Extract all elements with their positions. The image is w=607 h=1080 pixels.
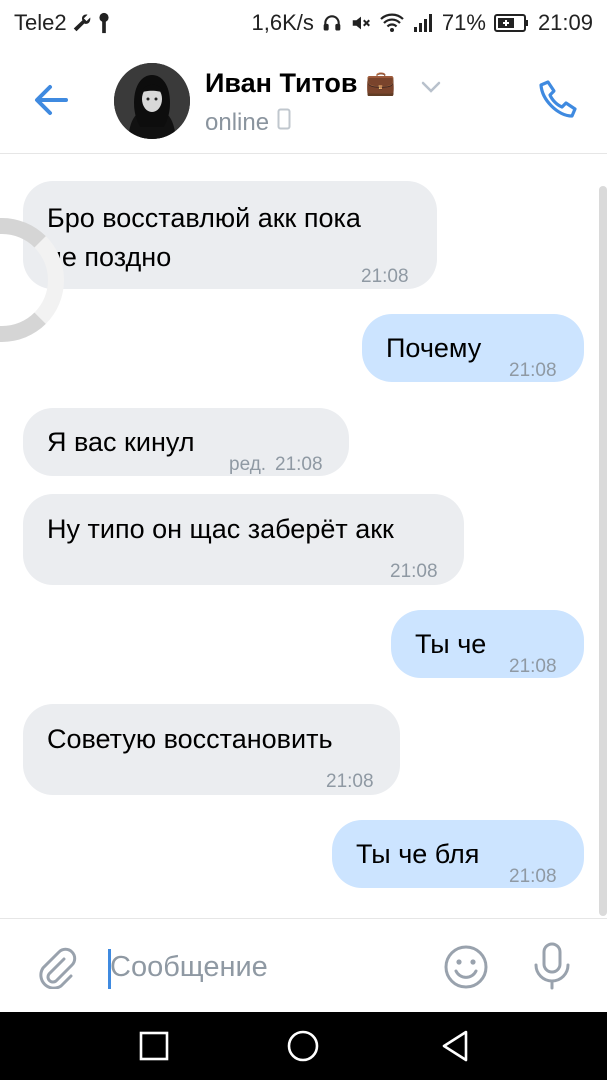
- chat-header: Иван Титов 💼 online: [0, 46, 607, 154]
- online-status: online: [205, 108, 270, 136]
- system-back-button[interactable]: [438, 1028, 474, 1064]
- message-text-line: Бро восставлюй акк пока: [47, 203, 361, 233]
- wrench-icon: [71, 12, 93, 34]
- contact-name-text: Иван Титов: [205, 68, 358, 98]
- avatar[interactable]: [114, 63, 190, 139]
- call-icon: [539, 80, 577, 118]
- status-bar: Tele2 1,6K/s 71% 21:09: [0, 0, 607, 46]
- message-text: Ну типо он щас заберёт акк: [47, 514, 394, 544]
- paperclip-icon: [39, 947, 77, 990]
- message-time: 21:08: [509, 656, 557, 677]
- microphone-icon: [534, 942, 570, 990]
- message-time: 21:08: [390, 561, 438, 582]
- message-time: 21:08: [275, 454, 323, 475]
- message-outgoing[interactable]: Ты че бля 21:08: [332, 820, 584, 888]
- home-icon: [287, 1030, 319, 1062]
- message-time: 21:08: [509, 360, 557, 381]
- contact-name[interactable]: Иван Титов 💼: [205, 68, 395, 99]
- emoji-button[interactable]: [442, 943, 490, 991]
- message-incoming[interactable]: Бро восставлюй акк пока не поздно 21:08: [23, 181, 437, 289]
- system-nav-bar: [0, 1012, 607, 1080]
- back-icon: [442, 1030, 468, 1062]
- message-text: Ты че: [415, 629, 487, 659]
- mute-icon: [350, 12, 372, 34]
- network-speed: 1,6K/s: [251, 10, 314, 35]
- clock: 21:09: [537, 10, 593, 35]
- contact-status: online: [205, 108, 291, 137]
- message-incoming[interactable]: Советую восстановить 21:08: [23, 704, 400, 795]
- message-time: 21:08: [509, 866, 557, 887]
- message-text: Советую восстановить: [47, 724, 333, 754]
- voice-message-button[interactable]: [530, 941, 574, 991]
- back-button[interactable]: [28, 76, 76, 124]
- signal-icon: [412, 13, 434, 33]
- input-bar: [0, 918, 607, 1012]
- call-button[interactable]: [534, 76, 582, 124]
- battery-icon: [493, 13, 530, 33]
- message-edited-label: ред.: [229, 454, 267, 475]
- attach-button[interactable]: [34, 945, 78, 990]
- carrier-label: Tele2: [14, 10, 67, 35]
- home-button[interactable]: [285, 1028, 321, 1064]
- emoji-icon: [444, 945, 488, 989]
- recents-icon: [139, 1031, 169, 1061]
- wifi-icon: [380, 13, 404, 33]
- message-time: 21:08: [361, 266, 409, 287]
- recents-button[interactable]: [136, 1028, 172, 1064]
- message-input[interactable]: [110, 945, 410, 989]
- back-arrow-icon: [35, 85, 68, 115]
- battery-percent: 71%: [441, 10, 486, 35]
- headphones-icon: [322, 13, 342, 33]
- message-time: 21:08: [326, 771, 374, 792]
- message-outgoing[interactable]: Почему 21:08: [362, 314, 584, 382]
- message-incoming[interactable]: Ну типо он щас заберёт акк 21:08: [23, 494, 464, 585]
- message-outgoing[interactable]: Ты че 21:08: [391, 610, 584, 678]
- message-incoming[interactable]: Я вас кинул ред. 21:08: [23, 408, 349, 476]
- message-text-line: не поздно: [47, 242, 172, 272]
- chevron-down-icon[interactable]: [420, 80, 442, 99]
- message-text: Ты че бля: [356, 839, 480, 869]
- message-text: Почему: [386, 333, 482, 363]
- message-list[interactable]: Бро восставлюй акк пока не поздно 21:08 …: [0, 154, 607, 918]
- key-icon: [97, 12, 111, 34]
- message-text: Я вас кинул: [47, 427, 195, 457]
- phone-device-icon: [277, 108, 291, 137]
- scrollbar[interactable]: [599, 186, 607, 916]
- briefcase-icon: 💼: [365, 70, 396, 97]
